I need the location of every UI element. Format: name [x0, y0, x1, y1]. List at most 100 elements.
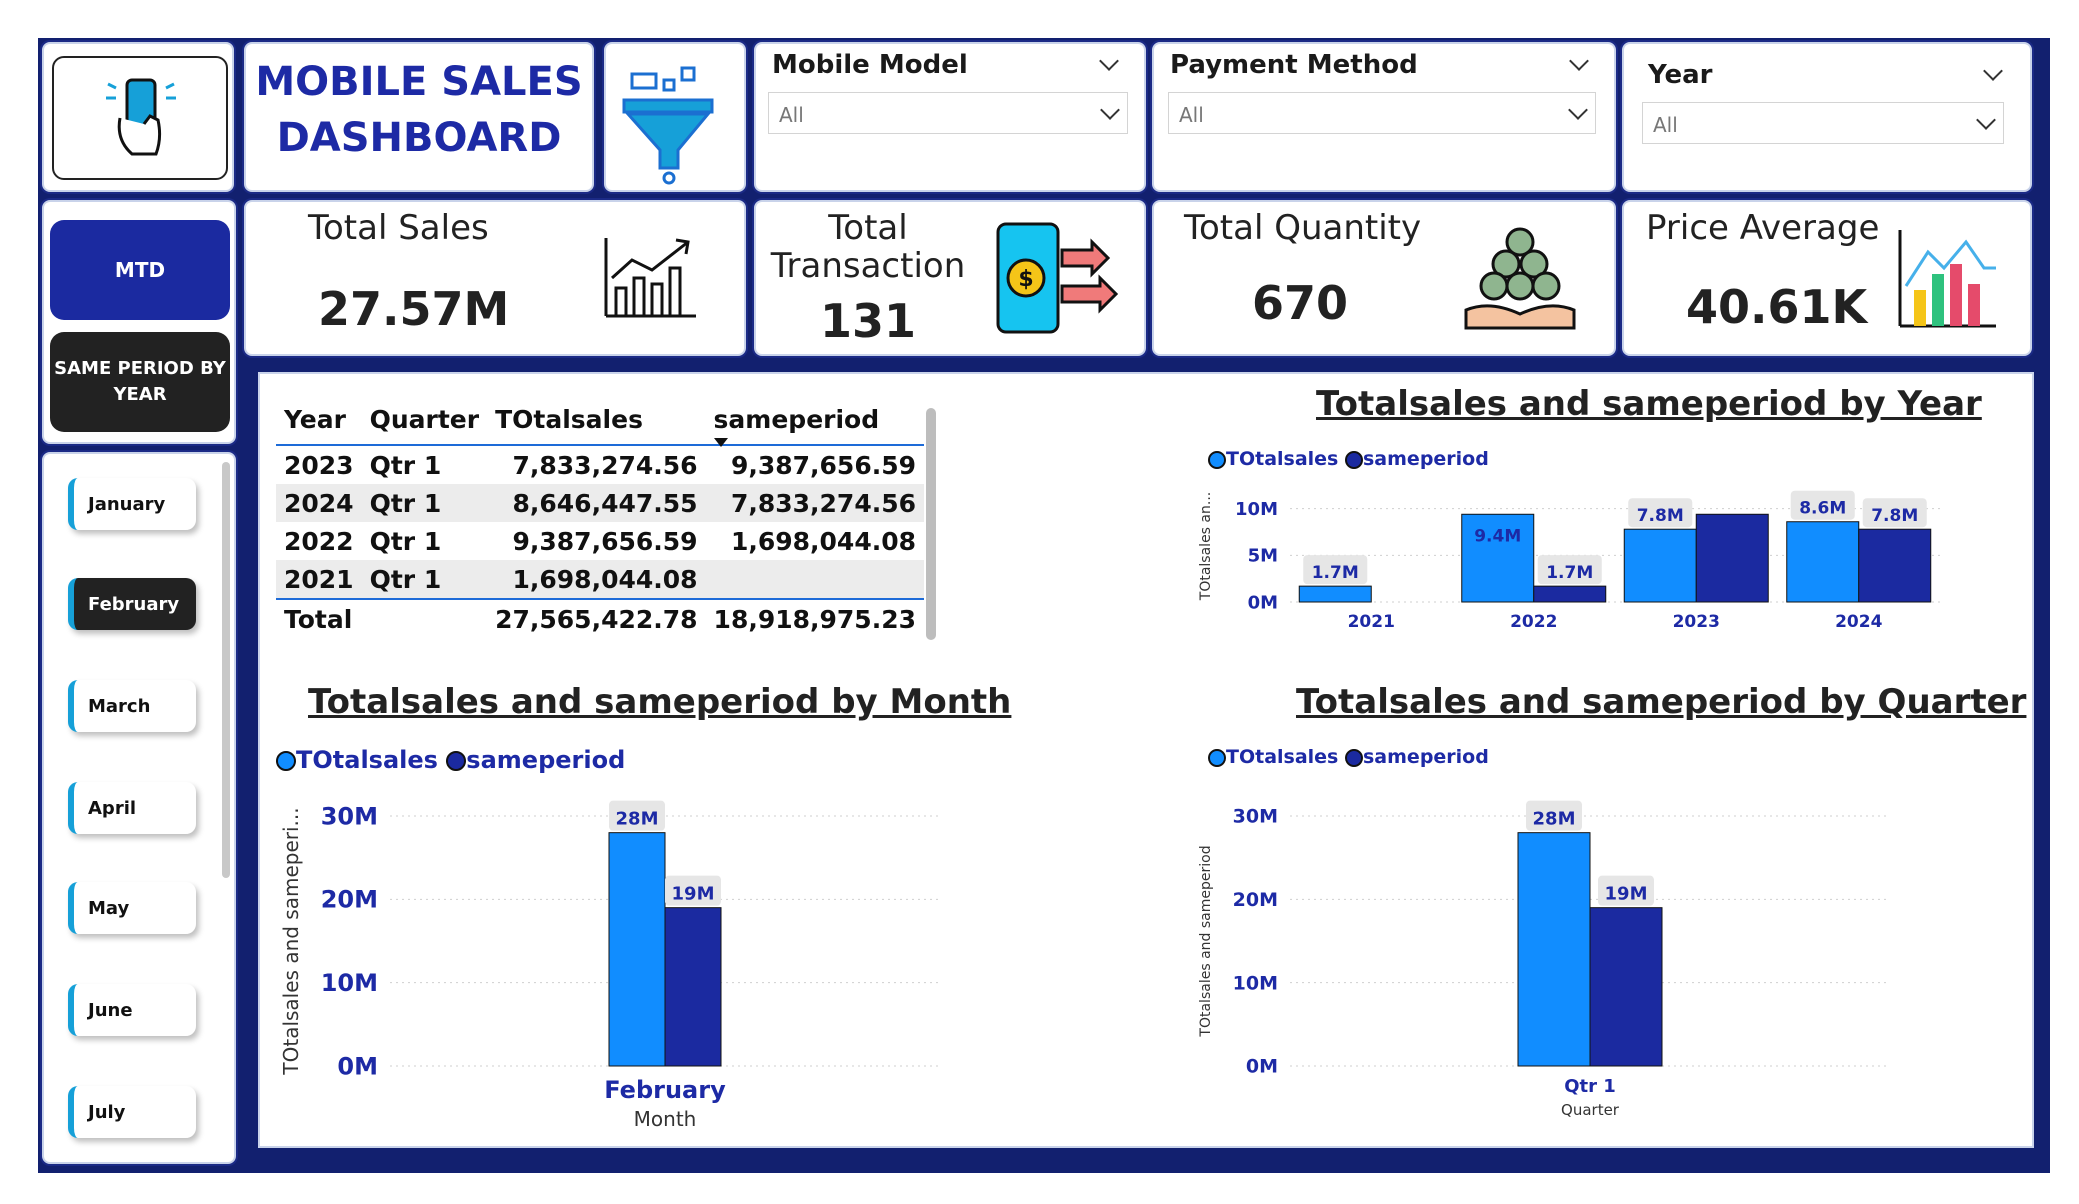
mobile-model-value: All — [779, 103, 804, 127]
table-total-cell: 18,918,975.23 — [705, 598, 924, 638]
kpi-value: 131 — [819, 294, 917, 348]
bar-sameperiod-2022[interactable] — [1533, 585, 1607, 603]
filter-icon-card — [604, 42, 746, 192]
kpi-total-sales: Total Sales 27.57M — [244, 200, 746, 356]
bar-sameperiod-2023[interactable] — [1695, 513, 1769, 603]
chart-quarter[interactable]: 0M 10M 20M 30M TOtalsales and sameperiod 28M 1… — [1190, 784, 1930, 1144]
bar-totalsales-february[interactable] — [608, 832, 666, 1067]
data-label: 7.8M — [1637, 506, 1684, 526]
chart-month[interactable]: 0M 10M 20M 30M TOtalsales and sameperi... 28M… — [270, 784, 950, 1144]
legend-label[interactable]: sameperiod — [1363, 746, 1489, 768]
chart-year[interactable]: 0M 5M 10M TOtalsales an... 1.7M 2021 9.4M 1.7M 2… — [1190, 480, 1950, 630]
chevron-down-icon[interactable] — [1983, 61, 2003, 81]
year-slicer[interactable]: Year All — [1622, 42, 2032, 192]
table-cell: 9,387,656.59 — [512, 526, 698, 556]
x-tick-label: 2021 — [1348, 612, 1395, 630]
logo-box — [52, 56, 228, 180]
table-cell: 1,698,044.08 — [487, 560, 706, 599]
y-axis-label: TOtalsales and sameperiod — [1198, 845, 1214, 1037]
data-label: 28M — [616, 809, 659, 830]
month-button-march[interactable]: March — [68, 680, 196, 732]
kpi-value: 27.57M — [318, 282, 510, 336]
table-scrollbar[interactable] — [926, 408, 936, 640]
kpi-label-line1: Total — [828, 208, 908, 248]
kpi-value: 40.61K — [1686, 280, 1868, 334]
column-header[interactable]: Year — [276, 394, 362, 446]
payment-method-slicer[interactable]: Payment Method All — [1152, 42, 1616, 192]
y-tick-label: 10M — [1233, 972, 1278, 994]
mobile-model-dropdown[interactable]: All — [768, 92, 1128, 134]
table-cell: 2023 — [284, 450, 354, 480]
period-toggle-card: MTD SAME PERIOD BY YEAR — [42, 200, 236, 444]
kpi-label: Total Sales — [308, 208, 489, 248]
legend-label[interactable]: sameperiod — [466, 746, 625, 774]
column-header[interactable]: Quarter — [361, 394, 488, 446]
same-period-button[interactable]: SAME PERIOD BY YEAR — [50, 332, 230, 432]
table-cell: Qtr 1 — [369, 526, 442, 556]
legend-dot-sameperiod — [1345, 450, 1363, 469]
table-row[interactable]: 2024 Qtr 1 8,646,447.55 7,833,274.56 — [276, 484, 924, 522]
chevron-down-icon[interactable] — [1099, 51, 1119, 71]
month-button-january[interactable]: January — [68, 478, 196, 530]
x-axis-label: Month — [634, 1107, 697, 1131]
chevron-down-icon[interactable] — [1569, 51, 1589, 71]
legend-dot-sameperiod — [446, 751, 467, 771]
table-row[interactable]: 2022 Qtr 1 9,387,656.59 1,698,044.08 — [276, 522, 924, 560]
bar-totalsales-qtr-1[interactable] — [1517, 832, 1591, 1067]
dashboard-title-line1: MOBILE SALES — [255, 59, 583, 105]
table-cell: 1,698,044.08 — [730, 526, 916, 556]
month-scrollbar[interactable] — [222, 462, 230, 878]
bar-totalsales-2024[interactable] — [1786, 521, 1860, 603]
data-label: 19M — [672, 884, 715, 905]
table-total-row: Total 27,565,422.78 18,918,975.23 — [276, 598, 924, 638]
payment-method-label: Payment Method — [1170, 50, 1418, 80]
kpi-value: 670 — [1252, 276, 1349, 330]
main-panel: Year Quarter TOtalsales sameperiod 2023 Q… — [258, 372, 2034, 1148]
bar-sameperiod-2024[interactable] — [1858, 528, 1932, 603]
mtd-button[interactable]: MTD — [50, 220, 230, 320]
bar-totalsales-2021[interactable] — [1298, 585, 1372, 603]
chart-title-month: Totalsales and sameperiod by Month — [308, 682, 1012, 722]
column-header-sorted[interactable]: sameperiod — [705, 394, 924, 447]
y-tick-label: 30M — [1233, 806, 1278, 828]
legend-label[interactable]: sameperiod — [1363, 448, 1489, 470]
column-header[interactable]: TOtalsales — [487, 394, 706, 446]
chevron-down-icon — [1976, 110, 1996, 130]
payment-method-value: All — [1179, 103, 1204, 127]
bar-sameperiod-february[interactable] — [664, 907, 722, 1067]
table-cell: 2022 — [284, 526, 354, 556]
bar-totalsales-2023[interactable] — [1623, 528, 1697, 603]
chart-title-quarter: Totalsales and sameperiod by Quarter — [1296, 682, 2027, 722]
mobile-model-label: Mobile Model — [772, 50, 968, 80]
mobile-payment-icon: $ — [996, 222, 1119, 334]
payment-method-dropdown[interactable]: All — [1168, 92, 1596, 134]
y-tick-label: 20M — [1233, 889, 1278, 911]
month-button-july[interactable]: July — [68, 1086, 196, 1138]
chart-legend-quarter: TOtalsales sameperiod — [1208, 746, 1489, 768]
chevron-down-icon — [1100, 100, 1120, 120]
month-button-may[interactable]: May — [68, 882, 196, 934]
funnel-icon — [622, 66, 714, 185]
table-row[interactable]: 2023 Qtr 1 7,833,274.56 9,387,656.59 — [276, 445, 924, 484]
table-cell: 2021 — [276, 560, 362, 599]
legend-label[interactable]: TOtalsales — [1226, 746, 1338, 768]
table-row[interactable]: 2021 Qtr 1 1,698,044.08 — [276, 560, 924, 599]
y-tick-label: 0M — [337, 1052, 378, 1080]
legend-label[interactable]: TOtalsales — [1226, 448, 1338, 470]
bar-sameperiod-qtr-1[interactable] — [1589, 907, 1663, 1067]
mobile-hand-icon — [106, 78, 176, 156]
legend-label[interactable]: TOtalsales — [296, 746, 438, 774]
y-axis-label: TOtalsales and sameperi... — [279, 807, 303, 1075]
year-dropdown[interactable]: All — [1642, 102, 2004, 144]
month-button-february[interactable]: February — [68, 578, 196, 630]
legend-dot-totalsales — [1208, 748, 1226, 767]
table-cell: Qtr 1 — [361, 560, 488, 599]
table-cell: Qtr 1 — [369, 450, 442, 480]
month-button-june[interactable]: June — [68, 984, 196, 1036]
y-tick-label: 0M — [1246, 1056, 1278, 1078]
y-tick-label: 20M — [321, 886, 378, 914]
y-tick-label: 10M — [1235, 499, 1278, 520]
mobile-model-slicer[interactable]: Mobile Model All — [754, 42, 1146, 192]
month-button-april[interactable]: April — [68, 782, 196, 834]
chart-title-year: Totalsales and sameperiod by Year — [1316, 384, 1982, 424]
